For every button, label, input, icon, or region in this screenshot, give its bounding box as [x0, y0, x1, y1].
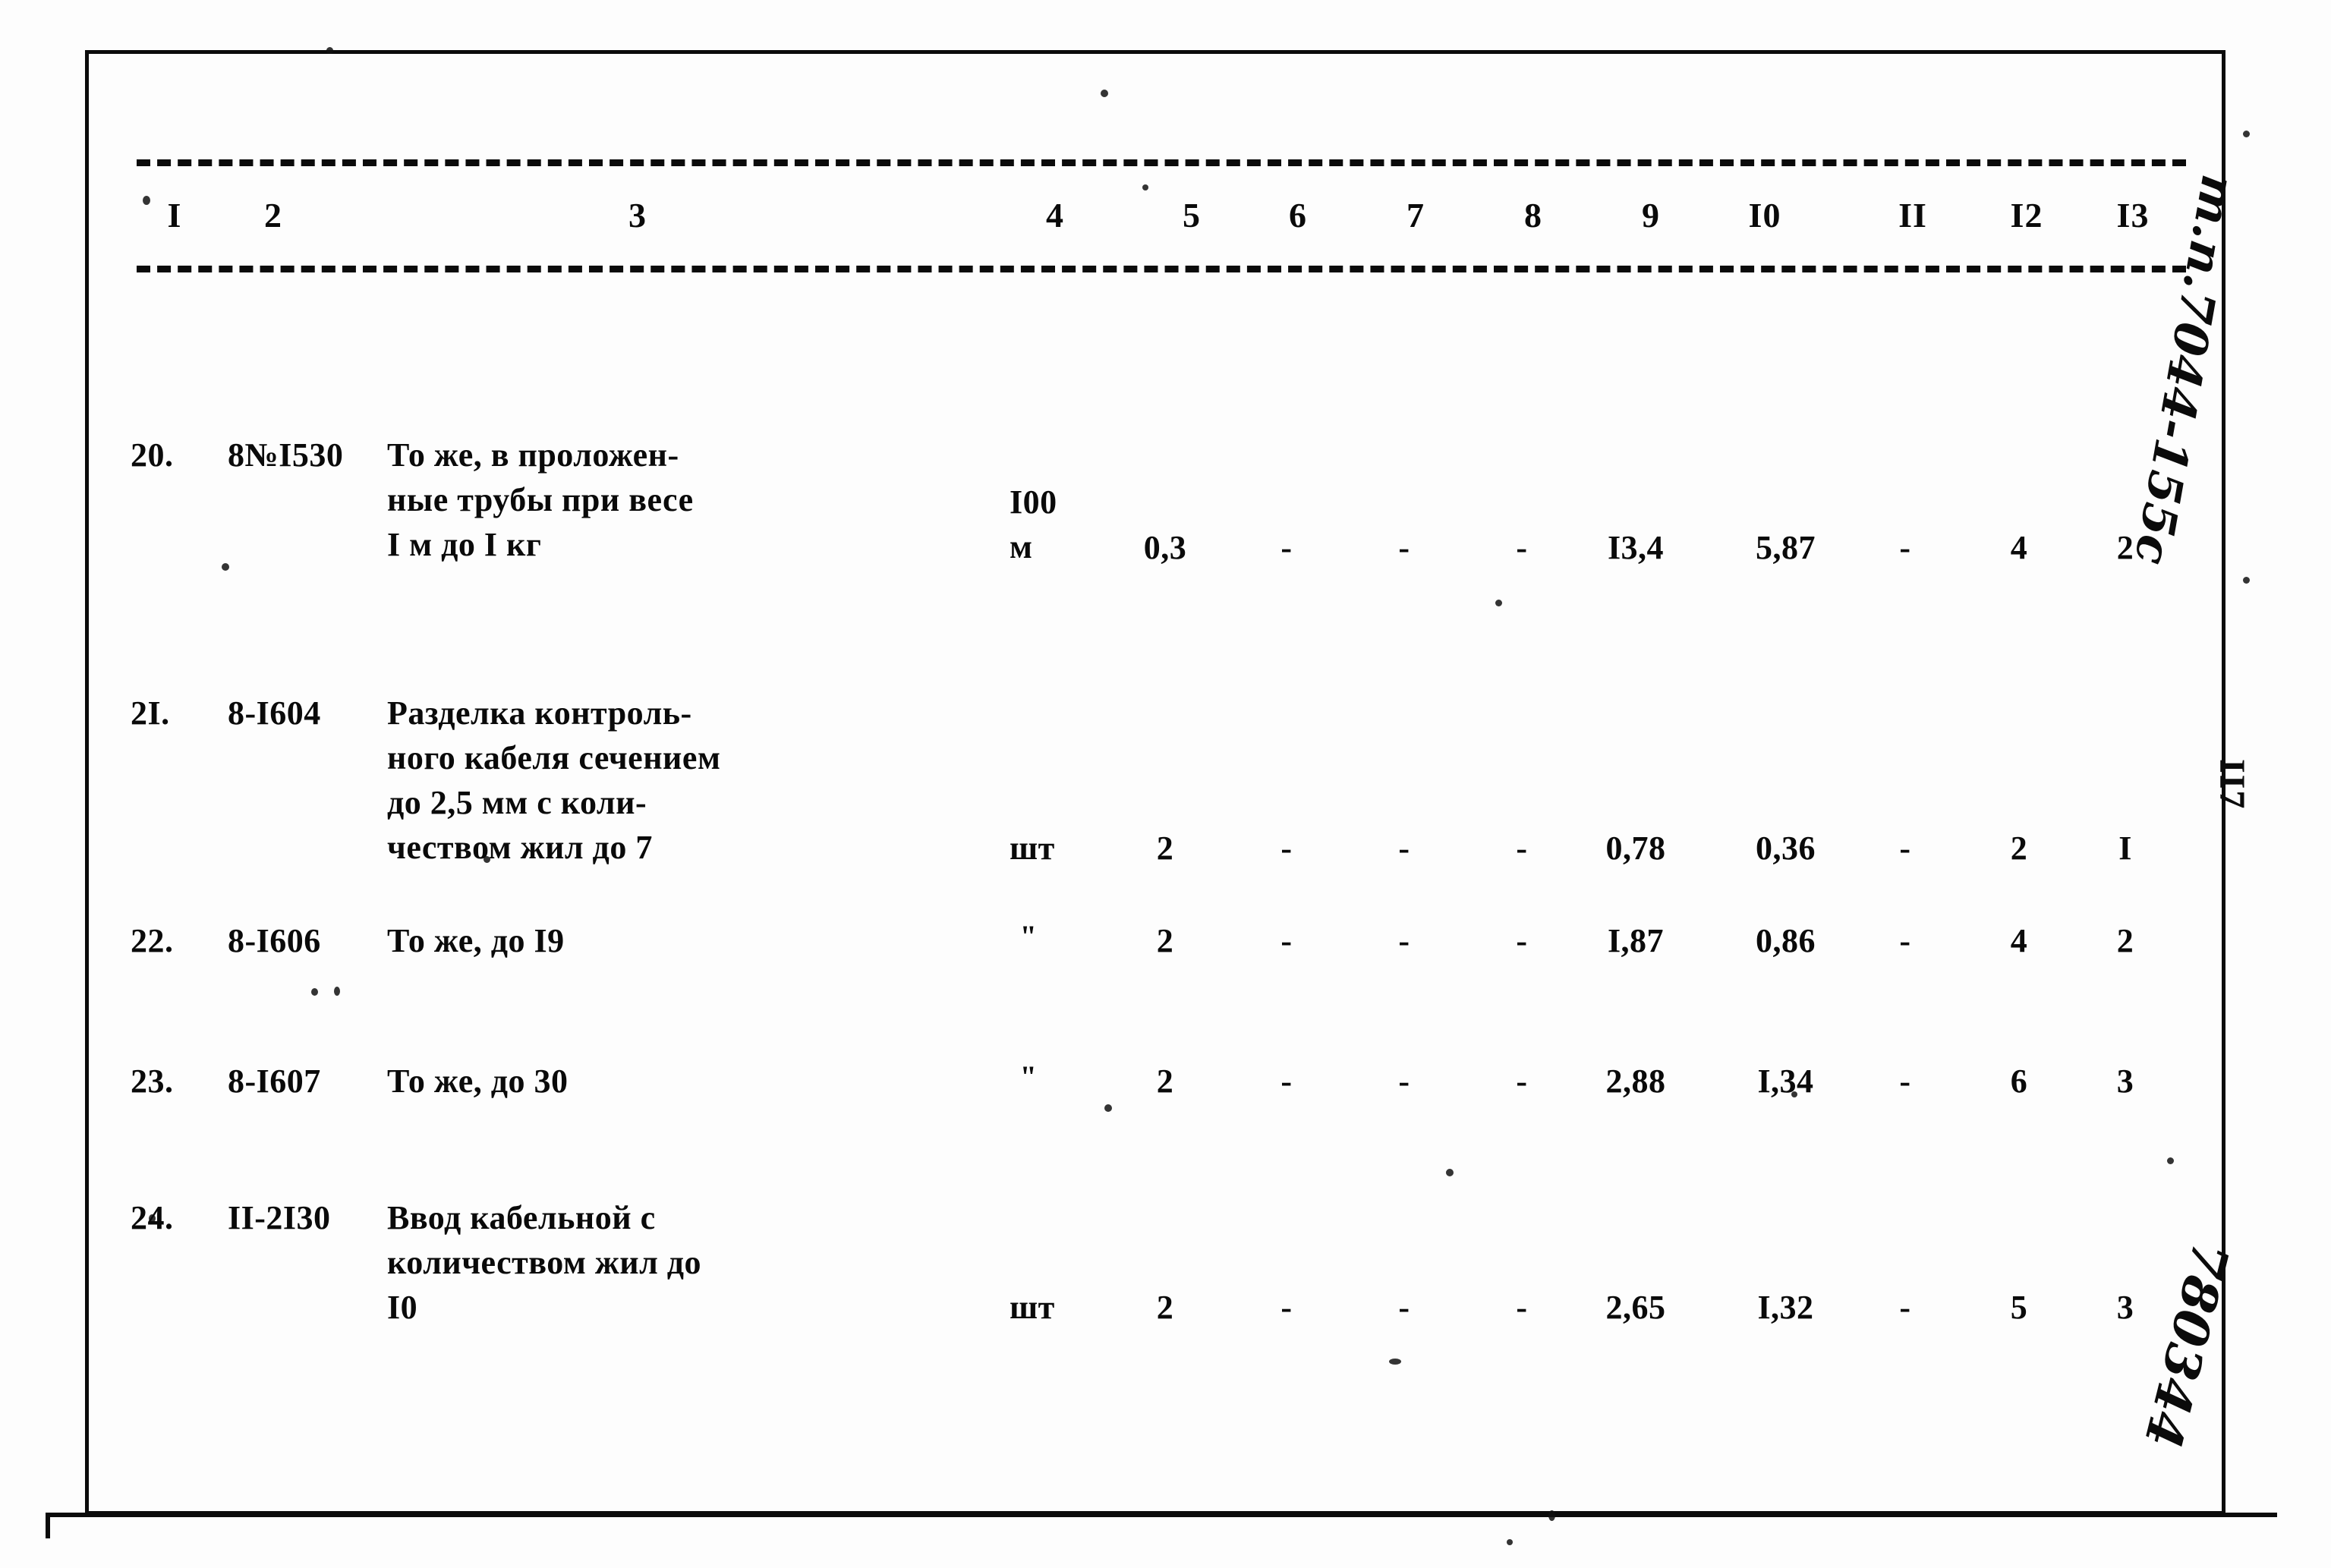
row-col-11: - — [1899, 529, 1911, 566]
scan-speck — [1548, 1510, 1555, 1521]
row-col-7: - — [1398, 830, 1410, 867]
row-col-7: - — [1398, 529, 1410, 566]
row-unit: " — [1019, 919, 1038, 953]
row-col-8: - — [1516, 1063, 1528, 1100]
row-col-9: 2,65 — [1605, 1289, 1666, 1326]
scan-speck — [2243, 577, 2250, 584]
column-header-5: 5 — [1183, 196, 1201, 235]
row-col-6: - — [1280, 1289, 1293, 1326]
table-header-top-rule — [137, 159, 2186, 166]
scan-speck — [1101, 90, 1108, 97]
page-border-left-stub — [46, 1513, 50, 1538]
row-code: 8-I604 — [228, 694, 321, 732]
row-col-11: - — [1899, 922, 1911, 959]
row-col-11: - — [1899, 830, 1911, 867]
row-description: То же, до I9 — [387, 922, 565, 959]
row-number: 2I. — [131, 694, 170, 732]
row-col-11: - — [1899, 1289, 1911, 1326]
row-col-6: - — [1280, 1063, 1293, 1100]
row-col-7: - — [1398, 1289, 1410, 1326]
row-description: То же, до 30 — [387, 1063, 569, 1100]
scanned-document-page: I 2 3 4 5 6 7 8 9 I0 II I2 I3 20. 8№I530… — [0, 0, 2331, 1568]
row-col-9: 0,78 — [1605, 830, 1666, 867]
scan-speck — [2243, 131, 2250, 137]
column-header-8: 8 — [1524, 196, 1542, 235]
row-col-10: I,34 — [1757, 1063, 1814, 1100]
row-col-10: 0,86 — [1756, 922, 1816, 959]
row-col-12: 4 — [2010, 529, 2028, 566]
row-col-7: - — [1398, 922, 1410, 959]
column-header-6: 6 — [1289, 196, 1307, 235]
column-header-1: I — [167, 196, 182, 235]
table-header-bottom-rule — [137, 266, 2186, 272]
column-header-9: 9 — [1642, 196, 1660, 235]
page-border-bottom-rule — [46, 1513, 2277, 1517]
row-col-13: I — [2118, 830, 2132, 867]
row-code: 8-I606 — [228, 922, 321, 959]
scan-speck — [1495, 600, 1502, 606]
scan-speck — [1104, 1104, 1112, 1112]
row-col-6: - — [1280, 830, 1293, 867]
column-header-7: 7 — [1406, 196, 1425, 235]
row-col-9: I,87 — [1607, 922, 1665, 959]
column-header-2: 2 — [264, 196, 282, 235]
scan-speck — [1389, 1359, 1401, 1365]
row-col-9: 2,88 — [1605, 1063, 1666, 1100]
row-col-5: 2 — [1156, 1063, 1174, 1100]
row-unit: шт — [1010, 830, 1055, 867]
row-col-5: 2 — [1156, 922, 1174, 959]
column-header-11: II — [1898, 196, 1927, 235]
row-col-6: - — [1280, 922, 1293, 959]
row-col-12: 4 — [2010, 922, 2028, 959]
row-col-12: 2 — [2010, 830, 2028, 867]
row-col-10: 0,36 — [1756, 830, 1816, 867]
column-header-4: 4 — [1046, 196, 1064, 235]
row-number: 22. — [131, 922, 174, 959]
scan-speck — [326, 47, 333, 54]
row-unit: шт — [1010, 1289, 1055, 1326]
row-description: То же, в проложен- ные трубы при весе I … — [387, 436, 694, 563]
scan-speck — [1446, 1169, 1454, 1176]
row-description: Разделка контроль- ного кабеля сечением … — [387, 694, 721, 866]
row-col-8: - — [1516, 830, 1528, 867]
row-number: 23. — [131, 1063, 174, 1100]
row-col-8: - — [1516, 1289, 1528, 1326]
row-col-12: 6 — [2010, 1063, 2028, 1100]
row-number: 20. — [131, 436, 174, 474]
table-header-row: I 2 3 4 5 6 7 8 9 I0 II I2 I3 — [137, 181, 2186, 250]
row-description: Ввод кабельной с количеством жил до I0 — [387, 1199, 702, 1326]
row-col-11: - — [1899, 1063, 1911, 1100]
row-col-5: 0,3 — [1143, 529, 1187, 566]
column-header-12: I2 — [2010, 196, 2043, 235]
row-number: 24. — [131, 1199, 174, 1236]
row-code: II-2I30 — [228, 1199, 331, 1236]
row-unit: " — [1019, 1060, 1038, 1094]
row-col-12: 5 — [2010, 1289, 2028, 1326]
row-col-9: I3,4 — [1607, 529, 1665, 566]
column-header-10: I0 — [1748, 196, 1781, 235]
row-col-13: 3 — [2116, 1063, 2134, 1100]
row-col-5: 2 — [1156, 1289, 1174, 1326]
row-col-8: - — [1516, 529, 1528, 566]
scan-speck — [334, 987, 340, 996]
column-header-3: 3 — [628, 196, 647, 235]
row-col-10: 5,87 — [1756, 529, 1816, 566]
scan-speck — [311, 988, 318, 996]
row-col-5: 2 — [1156, 830, 1174, 867]
row-col-8: - — [1516, 922, 1528, 959]
row-col-7: - — [1398, 1063, 1410, 1100]
column-header-13: I3 — [2116, 196, 2150, 235]
row-col-13: 2 — [2116, 922, 2134, 959]
row-col-6: - — [1280, 529, 1293, 566]
row-unit: I00 м — [1010, 483, 1057, 565]
scan-speck — [222, 563, 229, 571]
page-number: II7 — [2212, 759, 2252, 811]
scan-speck — [2167, 1157, 2174, 1164]
row-col-10: I,32 — [1757, 1289, 1814, 1326]
row-col-13: 3 — [2116, 1289, 2134, 1326]
scan-speck — [1507, 1539, 1513, 1545]
row-code: 8№I530 — [228, 436, 344, 474]
row-code: 8-I607 — [228, 1063, 321, 1100]
